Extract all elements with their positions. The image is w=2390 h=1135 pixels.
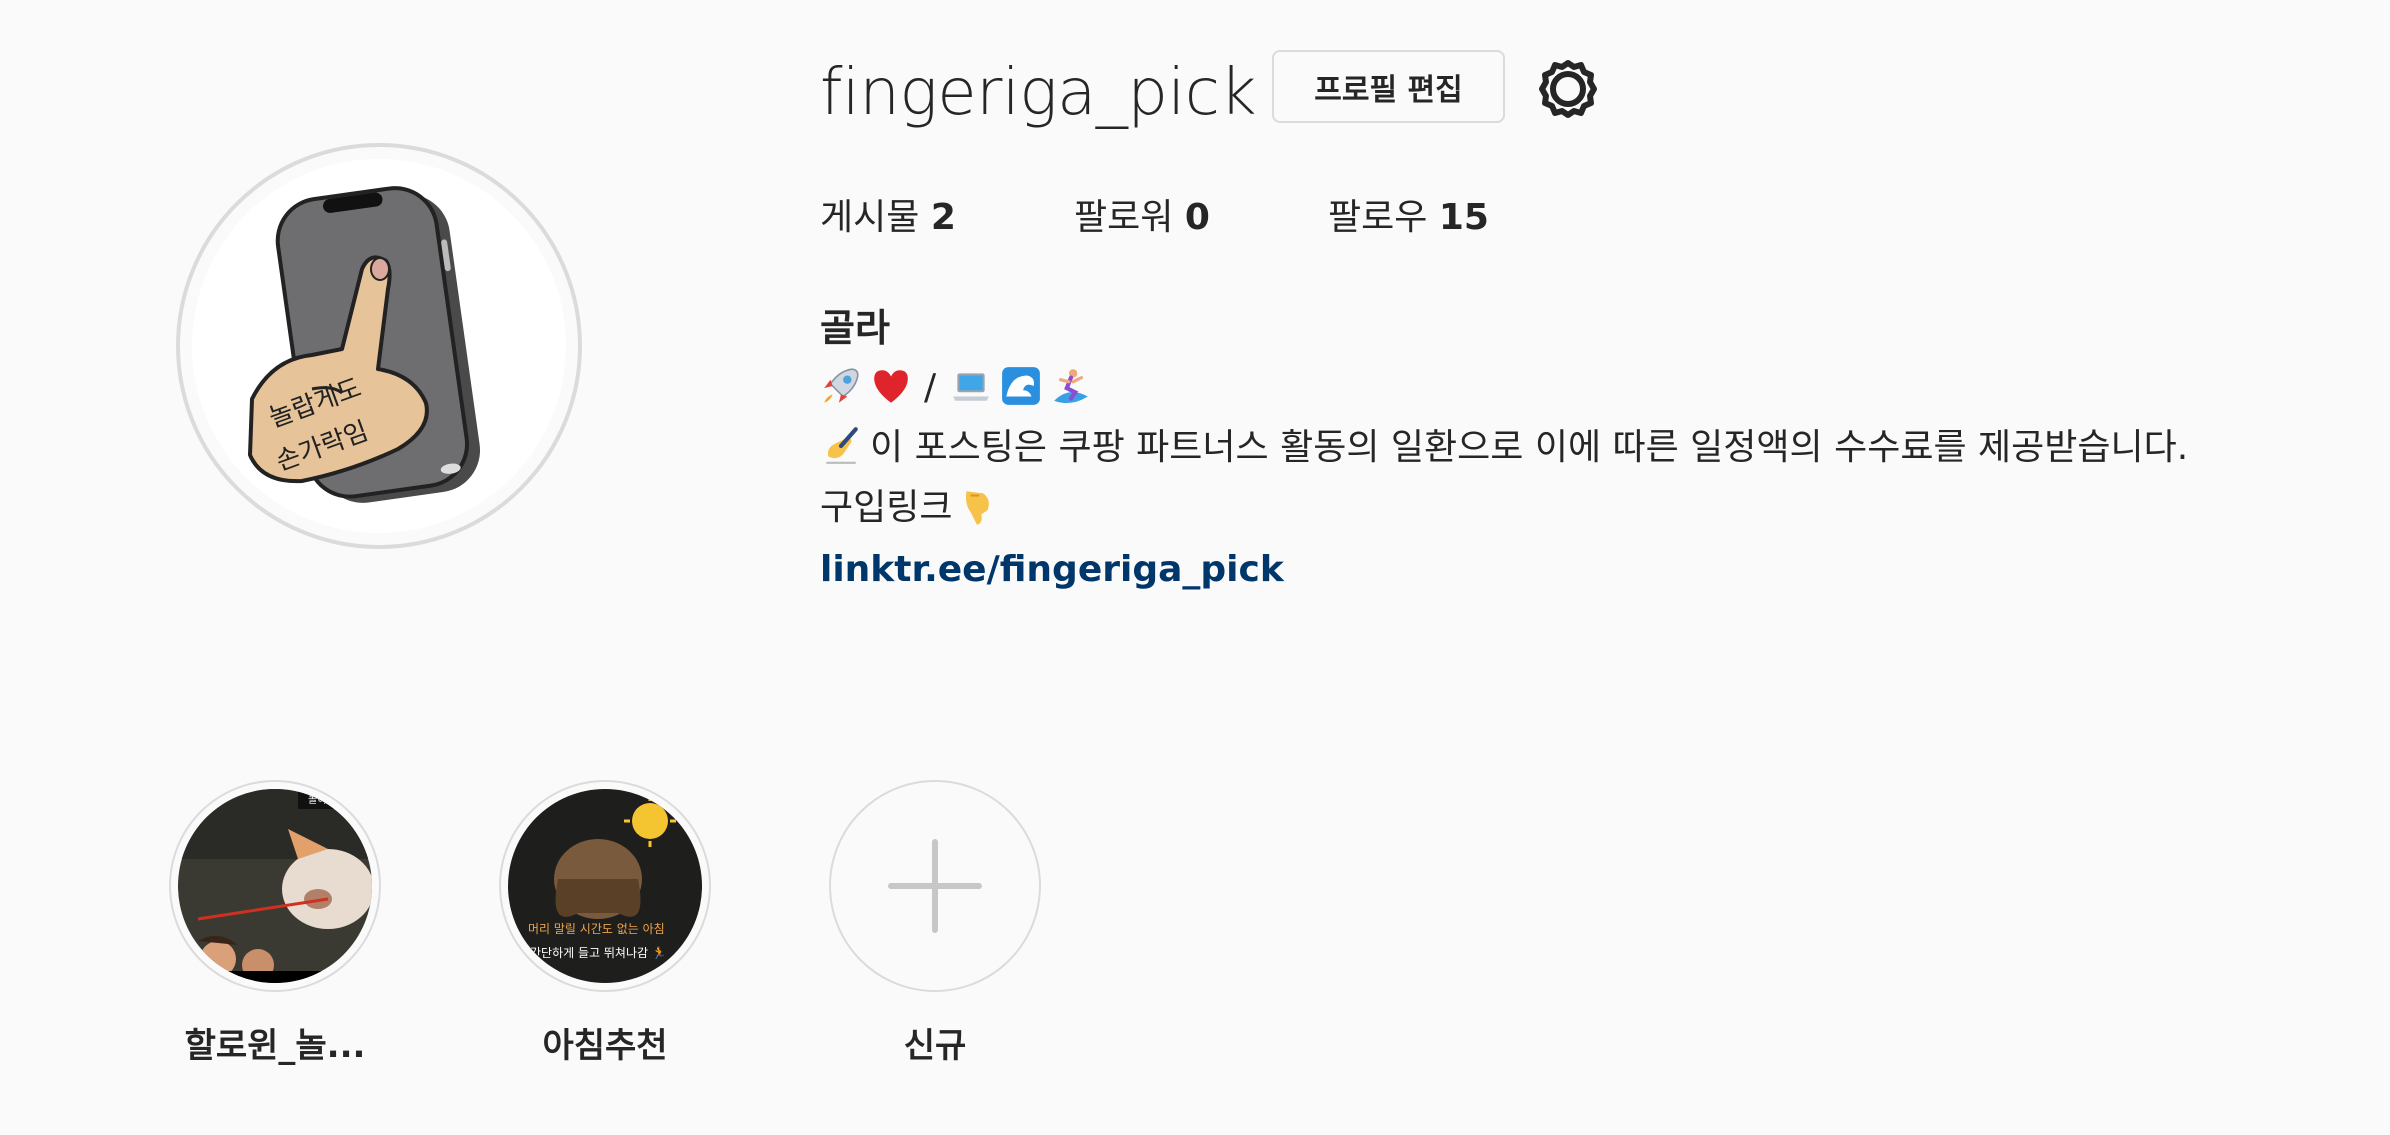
- writing-hand-icon: [826, 427, 858, 464]
- bio-buy-link-line: 구입링크: [820, 478, 2350, 538]
- highlight-thumb-text-1: 머리 말릴 시간도 없는 아침: [528, 922, 665, 936]
- plus-icon: [838, 789, 1032, 983]
- bio-external-link[interactable]: linktr.ee/fingeriga_pick: [820, 540, 2350, 600]
- highlight-ring: 머리 말릴 시간도 없는 아침 간단하게 들고 뛰쳐나감 🏃: [499, 780, 711, 992]
- surfer-icon: [1054, 369, 1088, 404]
- highlight-label: 할로윈_놀...: [184, 1026, 366, 1066]
- highlight-ring: [829, 780, 1041, 992]
- heart-icon: [874, 370, 908, 403]
- profile-stats: 게시물 2 팔로워 0 팔로우 15: [820, 188, 1528, 248]
- highlight-ring: 놀이공원: [169, 780, 381, 992]
- gear-icon[interactable]: [1536, 57, 1600, 121]
- posts-count: 2: [930, 197, 956, 238]
- story-highlights: 놀이공원 할로윈_놀... 머리 말릴 시간도 없는 아침 간단하게 들고 뛰쳐…: [110, 780, 1100, 1067]
- highlight-thumb-text: 놀이공원: [308, 794, 345, 806]
- highlight-label: 신규: [903, 1026, 967, 1066]
- followers-label: 팔로워: [1074, 197, 1174, 238]
- following-count: 15: [1438, 197, 1489, 238]
- highlight-item[interactable]: 머리 말릴 시간도 없는 아침 간단하게 들고 뛰쳐나감 🏃 아침추천: [440, 780, 770, 1067]
- highlight-item[interactable]: 놀이공원 할로윈_놀...: [110, 780, 440, 1067]
- pointing-down-icon: [966, 491, 990, 525]
- followers-count: 0: [1184, 197, 1210, 238]
- new-highlight-button[interactable]: 신규: [770, 780, 1100, 1067]
- bio-disclosure-line: 이 포스팅은 쿠팡 파트너스 활동의 일환으로 이에 따른 일정액의 수수료를 …: [820, 418, 2350, 478]
- stat-posts[interactable]: 게시물 2: [820, 188, 1074, 248]
- bio-name: 골라: [820, 306, 890, 350]
- highlight-thumbnail: 놀이공원: [178, 789, 372, 983]
- profile-avatar-button[interactable]: 놀랍게도 손가락임: [176, 143, 582, 549]
- highlight-thumb-text-2: 간단하게 들고 뛰쳐나감 🏃: [530, 946, 667, 960]
- highlight-label: 아침추천: [542, 1026, 668, 1066]
- bio-disclosure-text: 이 포스팅은 쿠팡 파트너스 활동의 일환으로 이에 따른 일정액의 수수료를 …: [870, 427, 2189, 468]
- avatar: 놀랍게도 손가락임: [192, 159, 566, 533]
- wave-icon: [1002, 367, 1041, 405]
- bio-emoji-line: /: [820, 358, 2350, 418]
- laptop-icon: [953, 373, 989, 401]
- stat-followers[interactable]: 팔로워 0: [1074, 188, 1328, 248]
- profile-bio: 골라 / 이 포스팅은 쿠팡 파트너스 활동의 일환으로 이에 따른 일정액의 …: [820, 298, 2350, 600]
- following-label: 팔로우: [1328, 197, 1428, 238]
- stat-following[interactable]: 팔로우 15: [1328, 188, 1528, 248]
- highlight-thumbnail: 머리 말릴 시간도 없는 아침 간단하게 들고 뛰쳐나감 🏃: [508, 789, 702, 983]
- posts-label: 게시물: [820, 197, 920, 238]
- bio-separator: /: [924, 367, 937, 408]
- edit-profile-button[interactable]: 프로필 편집: [1272, 50, 1505, 123]
- bio-buy-text: 구입링크: [820, 487, 953, 528]
- profile-username: fingeriga_pick: [820, 56, 1257, 130]
- rocket-icon: [824, 368, 859, 403]
